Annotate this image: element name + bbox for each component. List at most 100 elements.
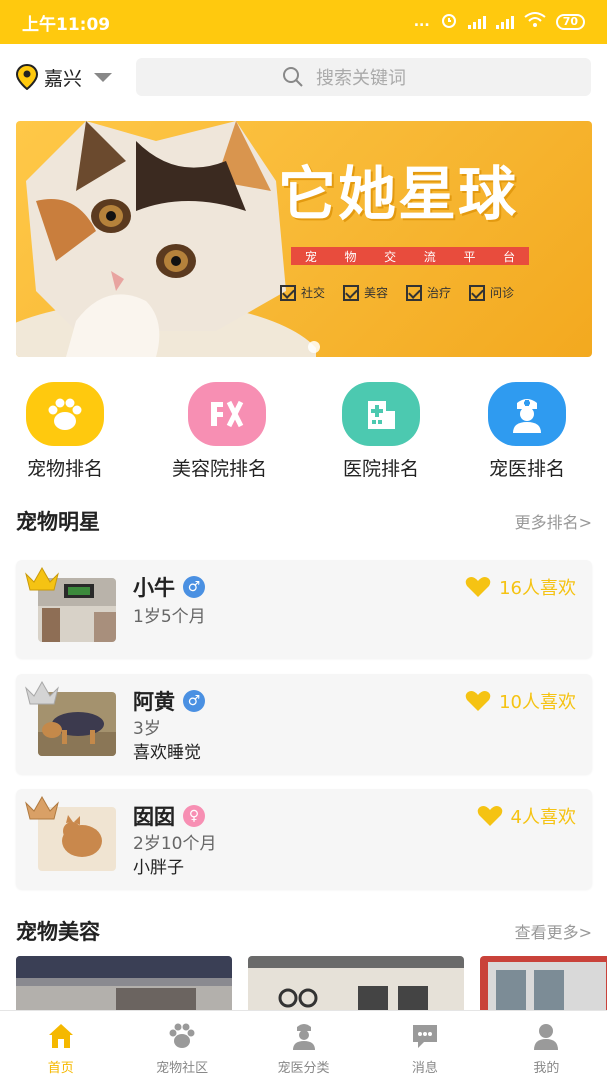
category-label: 宠医排名: [488, 458, 565, 480]
paw-icon: [169, 1023, 195, 1048]
banner-subtitle: 宠 物 交 流 平 台: [291, 247, 529, 265]
banner-subtitle-char: 台: [503, 249, 516, 264]
pet-card[interactable]: 小牛 ♂ 1岁5个月 16人喜欢: [16, 560, 592, 658]
pet-age: 2岁10个月: [133, 834, 217, 854]
pet-name: 小牛 ♂: [133, 572, 205, 602]
status-icons: ... 70: [414, 11, 585, 33]
category-pet-ranking[interactable]: 宠物排名: [26, 382, 104, 481]
category-hospital-ranking[interactable]: 医院排名: [342, 382, 420, 481]
banner-title: 它她星球: [278, 160, 519, 228]
banner-subtitle-char: 物: [344, 249, 357, 264]
heart-icon: [465, 577, 491, 597]
tab-pet-community[interactable]: 宠物社区: [121, 1011, 242, 1080]
checkbox-icon: [406, 284, 423, 301]
tab-label: 我的: [533, 1061, 560, 1076]
banner-tag: 治疗: [406, 284, 451, 301]
banner-tag: 社交: [280, 284, 325, 301]
search-placeholder: 搜索关键词: [316, 68, 406, 89]
bottom-tab-bar: 首页 宠物社区 宠医分类 消息 我的: [0, 1010, 607, 1080]
pet-name: 囡囡 ♀: [133, 801, 205, 831]
female-icon: ♀: [183, 805, 205, 827]
beauty-shop-photo[interactable]: [480, 956, 607, 1016]
banner-subtitle-char: 交: [384, 249, 397, 264]
nurse-icon: [488, 382, 566, 446]
checkbox-icon: [343, 284, 360, 301]
section-title: 宠物美容: [16, 920, 100, 944]
heart-icon: [465, 691, 491, 711]
home-icon: [48, 1024, 73, 1048]
banner-subtitle-char: 宠: [304, 249, 317, 264]
top-bar: 嘉兴 搜索关键词: [0, 44, 607, 110]
banner-carousel[interactable]: 它她星球 宠 物 交 流 平 台 社交 美容 治疗 问诊: [16, 121, 592, 357]
status-dots: ...: [413, 14, 430, 30]
category-grid: 宠物排名 美容院排名 医院排名 宠医排名: [0, 382, 607, 482]
battery-icon: 70: [555, 14, 585, 30]
search-input[interactable]: 搜索关键词: [136, 58, 591, 96]
likes-text: 4人喜欢: [510, 807, 576, 828]
banner-tag: 问诊: [469, 284, 514, 301]
likes-count[interactable]: 10人喜欢: [465, 688, 576, 714]
carousel-dot[interactable]: [308, 341, 320, 353]
cat-illustration: [16, 121, 316, 357]
see-more-link[interactable]: 查看更多>: [515, 919, 592, 943]
pet-age: 1岁5个月: [133, 607, 206, 627]
search-icon: [283, 67, 303, 87]
doctor-icon: [292, 1024, 315, 1050]
more-ranking-link[interactable]: 更多排名>: [515, 509, 592, 533]
pet-name-text: 阿黄: [133, 690, 175, 714]
tab-vet-category[interactable]: 宠医分类: [243, 1011, 364, 1080]
likes-text: 16人喜欢: [499, 578, 576, 599]
beauty-shop-photo[interactable]: [248, 956, 464, 1016]
crown-gold-icon: [25, 566, 59, 591]
likes-text: 10人喜欢: [499, 692, 576, 713]
beauty-shop-list: [0, 956, 607, 1016]
banner-tags: 社交 美容 治疗 问诊: [280, 284, 514, 301]
likes-count[interactable]: 16人喜欢: [465, 574, 576, 600]
user-icon: [534, 1024, 559, 1050]
category-vet-ranking[interactable]: 宠医排名: [488, 382, 566, 481]
pet-name-text: 囡囡: [133, 805, 175, 829]
category-label: 宠物排名: [26, 458, 103, 480]
male-icon: ♂: [183, 576, 205, 598]
tab-label: 消息: [411, 1061, 438, 1076]
beauty-shop-photo[interactable]: [16, 956, 232, 1016]
status-bar: 上午11:09 ... 70: [0, 0, 607, 44]
tab-messages[interactable]: 消息: [364, 1011, 485, 1080]
tab-label: 宠物社区: [156, 1061, 209, 1076]
pet-card[interactable]: 囡囡 ♀ 2岁10个月 小胖子 4人喜欢: [16, 789, 592, 889]
pet-stars-header: 宠物明星 更多排名>: [16, 506, 592, 536]
pet-beauty-header: 宠物美容 查看更多>: [16, 916, 592, 946]
category-salon-ranking[interactable]: 美容院排名: [172, 382, 267, 481]
pet-description: 小胖子: [133, 858, 184, 878]
pet-age: 3岁: [133, 719, 161, 739]
salon-icon: [187, 382, 266, 446]
city-name: 嘉兴: [44, 67, 83, 90]
pet-description: 喜欢睡觉: [133, 743, 201, 763]
banner-subtitle-char: 平: [463, 249, 476, 264]
checkbox-icon: [280, 284, 296, 301]
hospital-icon: [342, 382, 420, 446]
pet-card[interactable]: 阿黄 ♂ 3岁 喜欢睡觉 10人喜欢: [16, 674, 592, 774]
male-icon: ♂: [183, 690, 205, 712]
status-time: 上午11:09: [22, 14, 111, 35]
signal-icon-2: [495, 15, 514, 29]
message-icon: [412, 1025, 437, 1048]
tab-home[interactable]: 首页: [0, 1011, 121, 1080]
banner-subtitle-char: 流: [423, 249, 436, 264]
alarm-icon: [440, 11, 458, 33]
checkbox-icon: [469, 284, 486, 301]
category-label: 医院排名: [342, 458, 419, 480]
likes-count[interactable]: 4人喜欢: [477, 803, 576, 829]
section-title: 宠物明星: [16, 510, 100, 534]
crown-bronze-icon: [25, 795, 59, 820]
paw-icon: [26, 382, 104, 446]
tab-label: 首页: [47, 1061, 74, 1076]
pet-name: 阿黄 ♂: [133, 686, 205, 716]
category-label: 美容院排名: [172, 458, 268, 480]
heart-icon: [477, 806, 502, 826]
tab-label: 宠医分类: [277, 1061, 330, 1076]
city-selector[interactable]: 嘉兴: [16, 64, 136, 91]
wifi-icon: [524, 12, 546, 32]
signal-icon: [467, 15, 486, 29]
tab-profile[interactable]: 我的: [486, 1011, 607, 1080]
